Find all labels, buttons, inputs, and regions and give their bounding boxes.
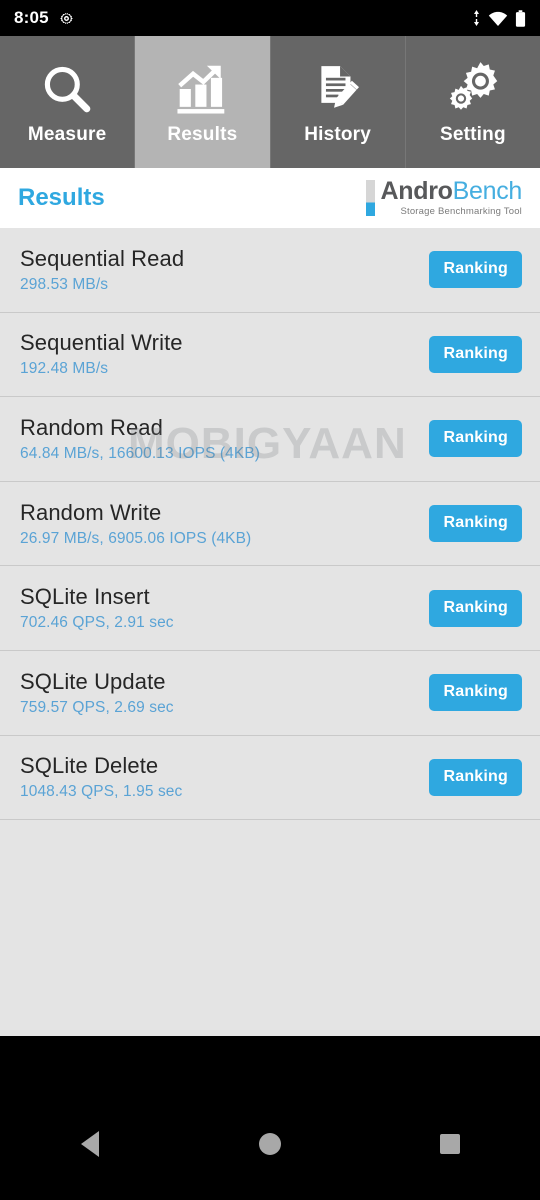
battery-icon <box>515 9 526 27</box>
tab-setting-label: Setting <box>439 124 506 145</box>
wifi-icon <box>488 11 508 26</box>
data-transfer-icon <box>472 10 481 26</box>
row-texts: Random Read 64.84 MB/s, 16600.13 IOPS (4… <box>20 415 260 463</box>
tab-measure[interactable]: Measure <box>0 36 135 168</box>
row-title: SQLite Insert <box>20 584 150 610</box>
row-value: 1048.43 QPS, 1.95 sec <box>20 783 183 801</box>
bar-chart-arrow-icon <box>173 58 231 120</box>
row-texts: Sequential Read 298.53 MB/s <box>20 246 184 294</box>
tab-results[interactable]: Results <box>134 36 270 168</box>
logo-tagline: Storage Benchmarking Tool <box>400 206 522 218</box>
row-texts: SQLite Insert 702.46 QPS, 2.91 sec <box>20 584 174 632</box>
document-pencil-icon <box>311 58 365 120</box>
table-row[interactable]: SQLite Delete 1048.43 QPS, 1.95 sec Rank… <box>0 736 540 821</box>
tab-setting[interactable]: Setting <box>404 36 540 168</box>
app-header: Results AndroBench Storage Benchmarking … <box>0 168 540 228</box>
row-title: Sequential Write <box>20 330 183 356</box>
phone-screen: 8:05 Measure Results History Setting Res… <box>0 0 540 1200</box>
tab-bar: Measure Results History Setting <box>0 36 540 168</box>
ranking-button[interactable]: Ranking <box>429 335 522 373</box>
status-bar: 8:05 <box>0 0 540 36</box>
row-texts: SQLite Delete 1048.43 QPS, 1.95 sec <box>20 753 182 801</box>
magnifier-icon <box>39 58 95 120</box>
recent-apps-icon <box>440 1134 460 1154</box>
back-button[interactable] <box>45 1124 135 1164</box>
row-value: 192.48 MB/s <box>20 360 109 378</box>
logo-wordmark: AndroBench <box>381 179 523 204</box>
gear-icon <box>58 10 75 27</box>
row-value: 26.97 MB/s, 6905.06 IOPS (4KB) <box>20 529 252 547</box>
table-row[interactable]: Sequential Read 298.53 MB/s Ranking <box>0 228 540 313</box>
back-icon <box>81 1131 99 1157</box>
table-row[interactable]: Random Write 26.97 MB/s, 6905.06 IOPS (4… <box>0 482 540 567</box>
recent-apps-button[interactable] <box>405 1124 495 1164</box>
home-button[interactable] <box>225 1124 315 1164</box>
ranking-button[interactable]: Ranking <box>429 589 522 627</box>
row-texts: Sequential Write 192.48 MB/s <box>20 330 183 378</box>
status-bar-right <box>472 9 526 27</box>
results-list[interactable]: Sequential Read 298.53 MB/s Ranking Sequ… <box>0 228 540 1036</box>
page-title: Results <box>18 184 105 211</box>
ranking-button[interactable]: Ranking <box>429 420 522 458</box>
row-title: Random Read <box>20 414 163 440</box>
row-title: SQLite Delete <box>20 753 159 779</box>
table-row[interactable]: SQLite Insert 702.46 QPS, 2.91 sec Ranki… <box>0 566 540 651</box>
ranking-button[interactable]: Ranking <box>429 251 522 289</box>
row-title: Sequential Read <box>20 245 185 271</box>
row-title: Random Write <box>20 499 162 525</box>
navigation-bar <box>0 1036 540 1200</box>
gears-icon <box>444 58 502 120</box>
ranking-button[interactable]: Ranking <box>429 758 522 796</box>
logo-bench: Bench <box>452 177 523 206</box>
row-title: SQLite Update <box>20 668 166 694</box>
logo-text: AndroBench Storage Benchmarking Tool <box>381 179 523 217</box>
tab-results-label: Results <box>167 124 238 145</box>
logo-andro: Andro <box>380 177 453 206</box>
row-value: 759.57 QPS, 2.69 sec <box>20 698 174 716</box>
row-texts: SQLite Update 759.57 QPS, 2.69 sec <box>20 669 174 717</box>
table-row[interactable]: Sequential Write 192.48 MB/s Ranking <box>0 313 540 398</box>
row-value: 298.53 MB/s <box>20 275 109 293</box>
status-bar-left: 8:05 <box>14 8 75 28</box>
row-value: 64.84 MB/s, 16600.13 IOPS (4KB) <box>20 444 261 462</box>
table-row[interactable]: Random Read 64.84 MB/s, 16600.13 IOPS (4… <box>0 397 540 482</box>
home-icon <box>259 1133 281 1155</box>
logo-bar-icon <box>365 180 375 216</box>
androbench-logo: AndroBench Storage Benchmarking Tool <box>365 179 523 217</box>
ranking-button[interactable]: Ranking <box>429 505 522 543</box>
row-texts: Random Write 26.97 MB/s, 6905.06 IOPS (4… <box>20 500 251 548</box>
table-row[interactable]: SQLite Update 759.57 QPS, 2.69 sec Ranki… <box>0 651 540 736</box>
tab-history-label: History <box>304 124 372 145</box>
tab-history[interactable]: History <box>269 36 405 168</box>
tab-measure-label: Measure <box>27 124 107 145</box>
ranking-button[interactable]: Ranking <box>429 674 522 712</box>
row-value: 702.46 QPS, 2.91 sec <box>20 614 174 632</box>
status-clock: 8:05 <box>14 8 49 27</box>
